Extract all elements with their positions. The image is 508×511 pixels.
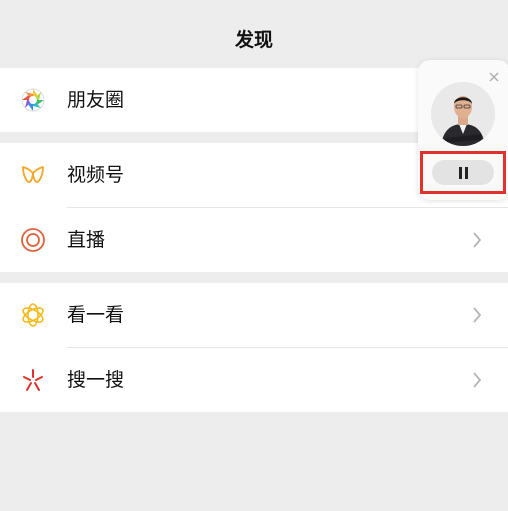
menu-item-top-stories[interactable]: 看一看	[0, 283, 508, 347]
search-star-icon	[20, 367, 46, 393]
menu-item-label: 直播	[67, 229, 106, 251]
pause-button[interactable]	[432, 160, 494, 185]
chevron-right-icon	[472, 372, 482, 388]
menu-item-live[interactable]: 直播	[21, 207, 508, 272]
chevron-right-icon	[472, 232, 482, 248]
close-icon[interactable]	[488, 68, 500, 82]
menu-item-label: 搜一搜	[67, 369, 125, 391]
menu-item-label: 看一看	[67, 304, 125, 326]
floating-player-card[interactable]	[418, 60, 508, 200]
pause-icon	[459, 167, 462, 179]
avatar	[431, 82, 495, 146]
menu-group-3: 看一看 搜一搜	[0, 283, 508, 412]
channels-icon	[20, 162, 46, 188]
page-title: 发现	[234, 29, 273, 51]
menu-item-search[interactable]: 搜一搜	[23, 347, 508, 412]
chevron-right-icon	[472, 307, 482, 323]
pause-icon	[465, 167, 468, 179]
top-stories-icon	[20, 302, 46, 328]
menu-item-label: 视频号	[67, 164, 125, 186]
pause-highlight-frame	[420, 151, 506, 194]
moments-aperture-icon	[20, 87, 46, 113]
menu-item-label: 朋友圈	[67, 89, 125, 111]
live-ring-icon	[20, 227, 46, 253]
